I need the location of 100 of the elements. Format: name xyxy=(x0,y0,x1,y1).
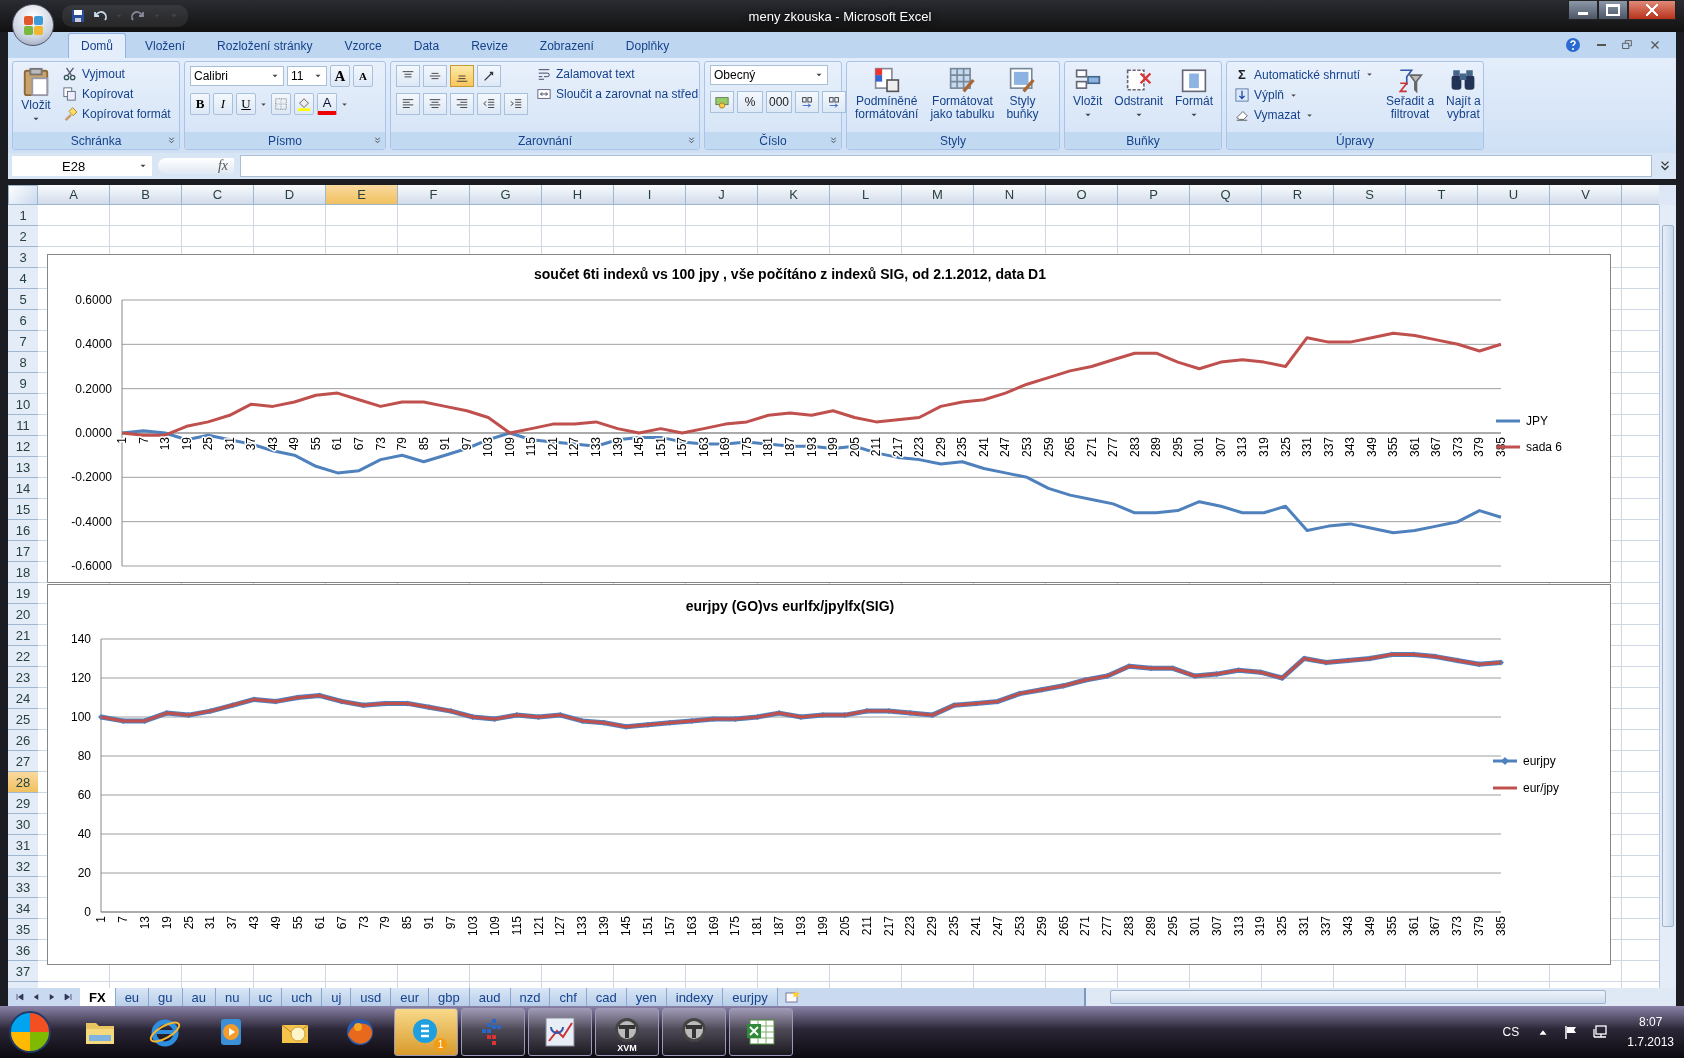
vertical-scrollbar[interactable] xyxy=(1659,205,1676,988)
column-header[interactable]: C xyxy=(182,185,254,204)
paste-button[interactable]: Vložit xyxy=(18,65,54,126)
sheet-tab[interactable]: FX xyxy=(80,988,116,1006)
column-header[interactable]: B xyxy=(110,185,182,204)
ribbon-button[interactable]: Najít a vybrat xyxy=(1443,65,1484,123)
office-button[interactable] xyxy=(12,4,54,46)
column-header[interactable]: J xyxy=(686,185,758,204)
column-header[interactable]: P xyxy=(1118,185,1190,204)
column-header[interactable]: F xyxy=(398,185,470,204)
format-button[interactable]: B xyxy=(190,93,210,115)
ribbon-button[interactable]: Kopírovat xyxy=(60,85,174,103)
sheet-tab[interactable]: usd xyxy=(351,988,392,1006)
ribbon-button[interactable]: Seřadit a filtrovat xyxy=(1383,65,1438,123)
close-button[interactable] xyxy=(1628,0,1676,20)
clock-date[interactable]: 1.7.2013 xyxy=(1627,1035,1674,1049)
horizontal-scrollbar[interactable] xyxy=(1084,988,1676,1006)
column-header[interactable]: H xyxy=(542,185,614,204)
indent-button[interactable] xyxy=(504,93,528,115)
sheet-tab[interactable]: uj xyxy=(322,988,352,1006)
grow-font-button[interactable]: A xyxy=(330,65,350,87)
sheet-tab[interactable]: nzd xyxy=(510,988,551,1006)
clock-time[interactable]: 8:07 xyxy=(1638,1015,1663,1029)
sheet-tab[interactable]: uc xyxy=(249,988,283,1006)
column-header[interactable]: Q xyxy=(1190,185,1262,204)
sheet-tab[interactable]: yen xyxy=(626,988,667,1006)
font-name-field[interactable]: Calibri xyxy=(190,66,284,86)
ribbon-tab[interactable]: Data xyxy=(400,33,453,58)
row-header[interactable]: 28 xyxy=(8,772,38,793)
column-header[interactable]: V xyxy=(1550,185,1622,204)
formula-field[interactable] xyxy=(240,155,1652,177)
font-size-field[interactable]: 11 xyxy=(287,66,327,86)
thousands-button[interactable]: 000 xyxy=(766,91,792,113)
ribbon-button[interactable]: Kopírovat formát xyxy=(60,105,174,123)
column-header[interactable]: U xyxy=(1478,185,1550,204)
ribbon-button[interactable]: Odstranit xyxy=(1111,65,1167,122)
function-button[interactable]: fx xyxy=(158,158,234,174)
align-button[interactable] xyxy=(450,65,474,87)
ribbon-button[interactable]: Formátovat jako tabulku xyxy=(927,65,998,123)
split-handle[interactable] xyxy=(1659,185,1676,205)
ribbon-button[interactable]: Σ Automatické shrnutí xyxy=(1232,65,1378,84)
sheet-tab[interactable]: eurjpy xyxy=(723,988,778,1006)
minimize-button[interactable] xyxy=(1568,0,1598,20)
sheet-tab[interactable]: nu xyxy=(216,988,250,1006)
sheet-tab[interactable]: eur xyxy=(391,988,430,1006)
ribbon-tab[interactable]: Vložení xyxy=(132,33,199,58)
column-header[interactable]: A xyxy=(38,185,110,204)
column-header[interactable]: S xyxy=(1334,185,1406,204)
ribbon-button[interactable]: Podmíněné formátování xyxy=(852,65,922,123)
sheet-tab[interactable]: eu xyxy=(115,988,150,1006)
indent-button[interactable] xyxy=(477,93,501,115)
shrink-font-button[interactable]: A xyxy=(353,65,373,87)
currency-button[interactable] xyxy=(710,91,734,113)
column-header[interactable]: N xyxy=(974,185,1046,204)
language-indicator[interactable]: CS xyxy=(1502,1025,1520,1039)
orientation-button[interactable] xyxy=(477,65,501,87)
sheet-tab[interactable]: uch xyxy=(282,988,323,1006)
column-header[interactable]: T xyxy=(1406,185,1478,204)
sheet-tab[interactable]: indexy xyxy=(666,988,724,1006)
sheet-tab[interactable]: au xyxy=(182,988,217,1006)
ribbon-tab[interactable]: Doplňky xyxy=(612,33,683,58)
decimal-button[interactable] xyxy=(822,91,846,113)
sheet-tab[interactable]: chf xyxy=(550,988,587,1006)
align-button[interactable] xyxy=(396,65,420,87)
ribbon-button[interactable]: Styly buňky xyxy=(1003,65,1042,123)
ribbon-button[interactable]: Vymazat xyxy=(1232,106,1378,124)
ribbon-button[interactable]: Výplň xyxy=(1232,86,1378,104)
format-button[interactable]: I xyxy=(213,93,233,115)
sheet-tab[interactable]: aud xyxy=(469,988,511,1006)
ribbon-button[interactable]: Formát xyxy=(1172,65,1217,122)
wrap-text-button[interactable]: Zalamovat text xyxy=(534,65,702,83)
align-button[interactable] xyxy=(396,93,420,115)
maximize-button[interactable] xyxy=(1598,0,1628,20)
ribbon-button[interactable]: Vyjmout xyxy=(60,65,174,83)
align-button[interactable] xyxy=(423,93,447,115)
column-header[interactable]: E xyxy=(326,185,398,204)
ribbon-tab[interactable]: Vzorce xyxy=(331,33,395,58)
ribbon-tab[interactable]: Revize xyxy=(458,33,521,58)
ribbon-tab[interactable]: Zobrazení xyxy=(526,33,607,58)
font-color-button[interactable]: A xyxy=(317,93,337,115)
column-header[interactable]: K xyxy=(758,185,830,204)
number-format-field[interactable]: Obecný xyxy=(710,65,828,85)
ribbon-button[interactable]: Vložit xyxy=(1070,65,1106,122)
merge-button[interactable]: Sloučit a zarovnat na střed xyxy=(534,85,702,103)
column-header[interactable]: G xyxy=(470,185,542,204)
sheet-tab[interactable]: gu xyxy=(149,988,183,1006)
percent-button[interactable]: % xyxy=(737,91,763,113)
name-box[interactable]: E28 xyxy=(12,156,152,176)
ribbon-tab[interactable]: Rozložení stránky xyxy=(204,33,326,58)
sheet-tab[interactable]: gbp xyxy=(429,988,470,1006)
column-header[interactable]: I xyxy=(614,185,686,204)
column-header[interactable]: L xyxy=(830,185,902,204)
format-button[interactable]: U xyxy=(236,93,256,115)
column-header[interactable]: M xyxy=(902,185,974,204)
chart-logo-icon[interactable] xyxy=(543,1015,577,1049)
align-button[interactable] xyxy=(423,65,447,87)
decimal-button[interactable] xyxy=(795,91,819,113)
sheet-tab[interactable]: cad xyxy=(586,988,627,1006)
column-header[interactable]: O xyxy=(1046,185,1118,204)
align-button[interactable] xyxy=(450,93,474,115)
